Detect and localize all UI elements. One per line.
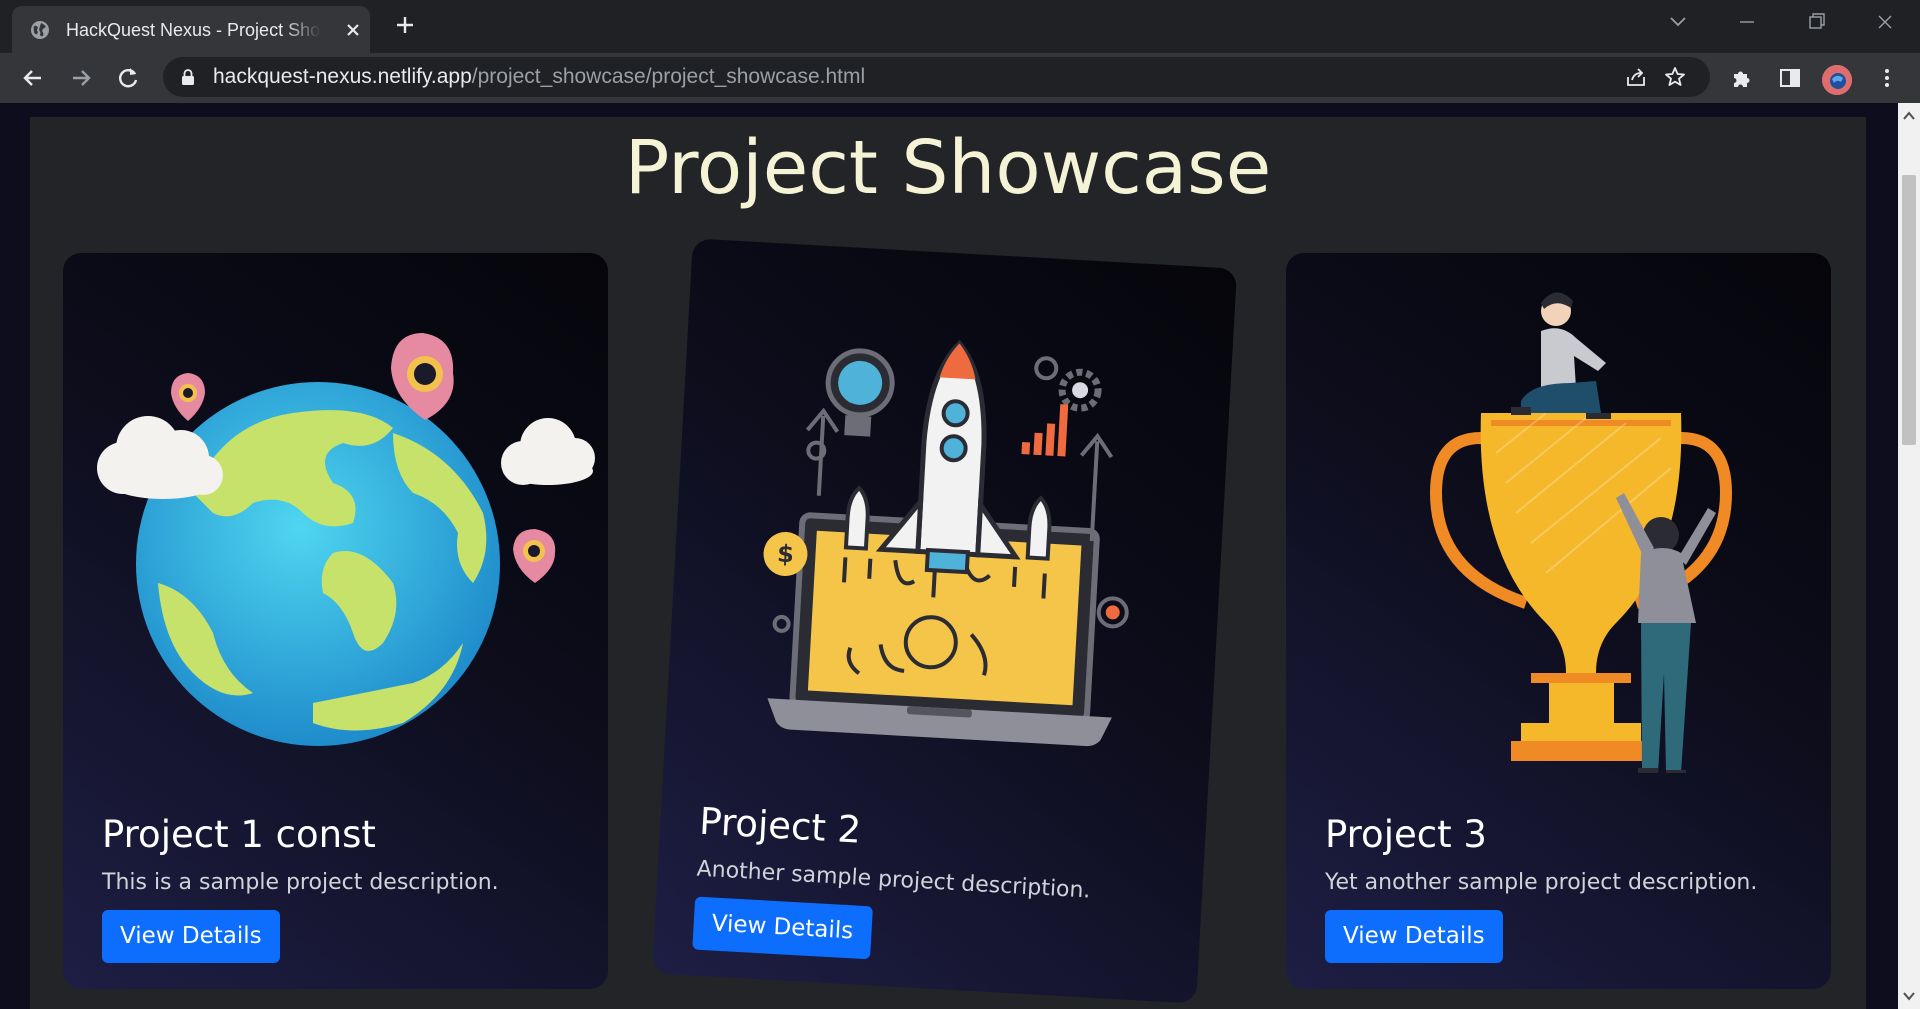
showcase-panel: Project Showcase Project 1 const This is… xyxy=(30,117,1866,1009)
project-title: Project 3 xyxy=(1325,813,1487,856)
profile-avatar[interactable] xyxy=(1822,65,1852,95)
tab-title: HackQuest Nexus - Project Showcase xyxy=(66,20,321,40)
project-description: Another sample project description. xyxy=(696,856,1092,904)
bookmark-star-icon[interactable] xyxy=(1663,65,1687,89)
forward-arrow-icon[interactable] xyxy=(67,64,95,92)
close-window-icon[interactable] xyxy=(1865,8,1905,36)
lock-icon[interactable] xyxy=(181,68,195,86)
project-description: This is a sample project description. xyxy=(102,870,499,895)
minimize-icon[interactable] xyxy=(1727,8,1767,36)
browser-tab[interactable]: HackQuest Nexus - Project Showcase xyxy=(12,6,370,53)
share-icon[interactable] xyxy=(1624,65,1648,89)
page-scrollbar[interactable] xyxy=(1898,103,1920,1009)
trophy-illustration xyxy=(1429,292,1733,773)
globe-illustration xyxy=(97,333,595,746)
url-host: hackquest-nexus.netlify.app xyxy=(213,65,472,88)
project-title: Project 1 const xyxy=(102,813,376,856)
address-bar[interactable]: hackquest-nexus.netlify.app/project_show… xyxy=(163,57,1710,97)
project-card-3: Project 3 Yet another sample project des… xyxy=(1286,253,1831,989)
globe-icon xyxy=(31,21,49,39)
url-path: /project_showcase/project_showcase.html xyxy=(471,65,866,88)
project-card-1: Project 1 const This is a sample project… xyxy=(63,253,608,989)
back-arrow-icon[interactable] xyxy=(19,64,47,92)
page-title: Project Showcase xyxy=(624,125,1272,211)
project-description: Yet another sample project description. xyxy=(1325,870,1758,895)
browser-tab-strip: HackQuest Nexus - Project Showcase xyxy=(0,0,1920,53)
extensions-puzzle-icon[interactable] xyxy=(1730,66,1754,90)
scroll-down-arrow-icon[interactable] xyxy=(1903,991,1915,1001)
url-text[interactable]: hackquest-nexus.netlify.app/project_show… xyxy=(213,65,865,89)
scroll-up-arrow-icon[interactable] xyxy=(1903,111,1915,121)
new-tab-icon[interactable] xyxy=(393,13,417,37)
svg-text:$: $ xyxy=(776,540,794,569)
view-details-button[interactable]: View Details xyxy=(102,910,280,963)
project-title: Project 2 xyxy=(698,799,863,852)
tab-search-chevron-icon[interactable] xyxy=(1658,8,1698,36)
browser-toolbar: hackquest-nexus.netlify.app/project_show… xyxy=(0,53,1920,103)
restore-icon[interactable] xyxy=(1796,8,1836,36)
profile-picture-icon xyxy=(1822,65,1852,95)
view-details-button[interactable]: View Details xyxy=(1325,910,1503,963)
rocket-illustration: $ xyxy=(763,339,1129,747)
more-menu-icon[interactable] xyxy=(1875,66,1899,90)
view-details-button[interactable]: View Details xyxy=(692,896,873,960)
reload-icon[interactable] xyxy=(114,64,142,92)
scrollbar-thumb[interactable] xyxy=(1902,175,1916,445)
close-icon[interactable] xyxy=(342,19,364,41)
project-card-2: $ Project 2 Another sample project descr… xyxy=(651,238,1238,1004)
side-panel-icon[interactable] xyxy=(1778,66,1802,90)
page-viewport: Project Showcase Project 1 const This is… xyxy=(0,103,1898,1009)
